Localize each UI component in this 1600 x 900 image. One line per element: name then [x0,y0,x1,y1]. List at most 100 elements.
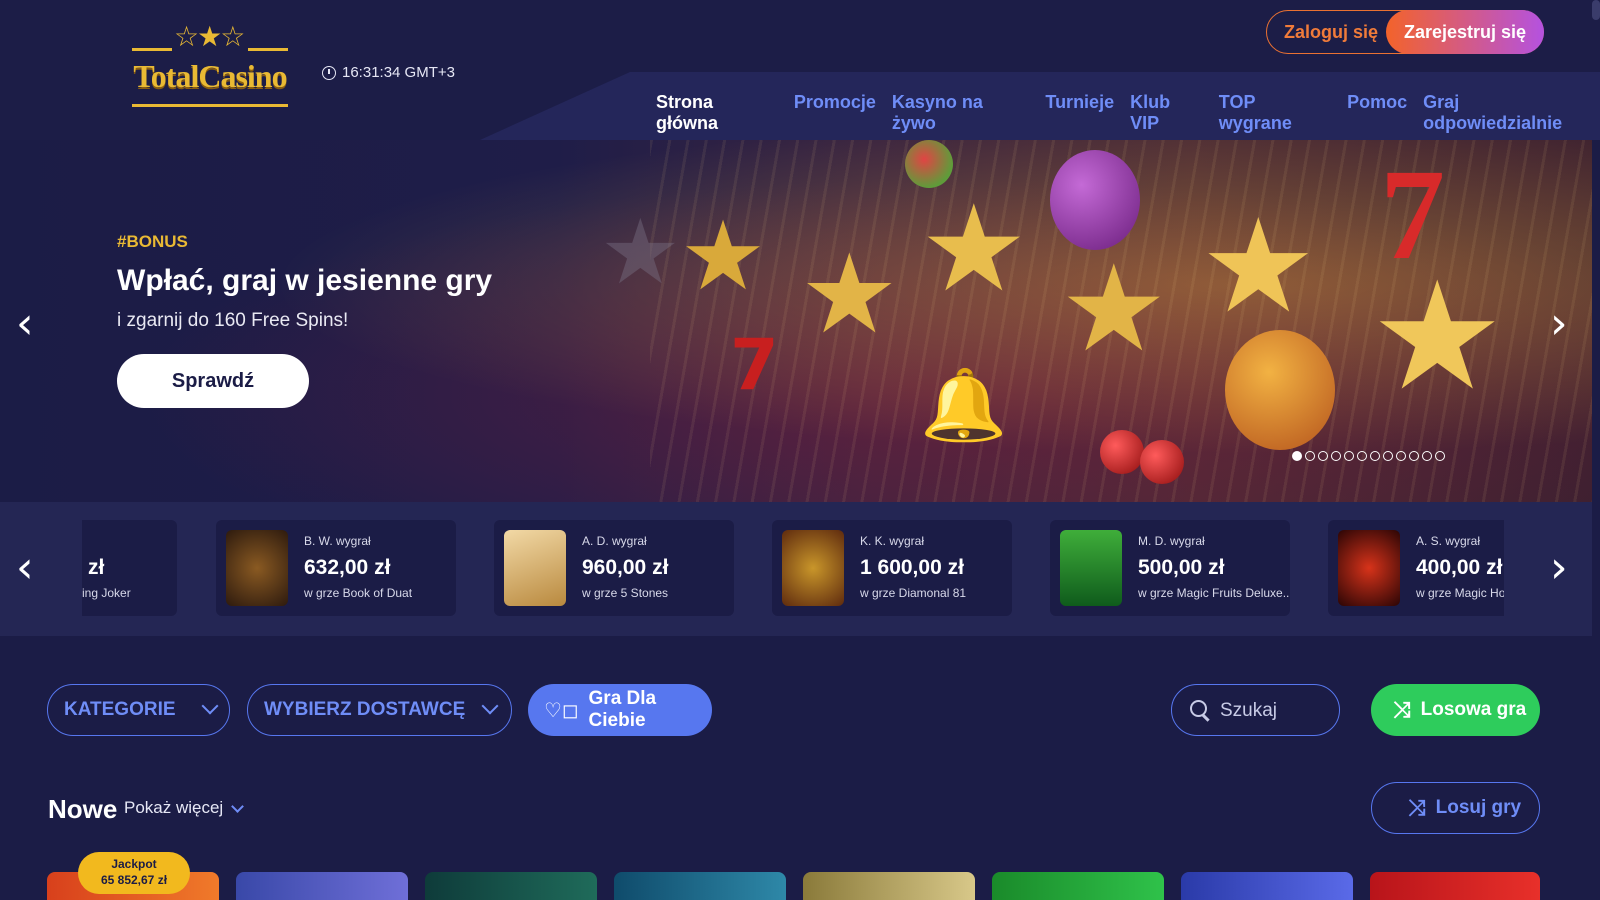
winner-name: A. D. wygrał [582,534,647,548]
winner-game: ing Joker [82,586,131,600]
hero-pagination-dot[interactable] [1357,451,1367,461]
header: ☆★☆ TotalCasino 16:31:34 GMT+3 Zaloguj s… [0,0,1600,146]
register-button[interactable]: Zarejestruj się [1386,9,1544,54]
winners-next-arrow-icon[interactable]: › [1550,546,1568,590]
winner-game: w grze Magic Fruits Deluxe... [1138,586,1290,600]
logo[interactable]: ☆★☆ TotalCasino [132,20,288,108]
star-icon: ★ [800,230,899,358]
bell-icon: 🔔 [920,364,1008,446]
provider-dropdown[interactable]: WYBIERZ DOSTAWCĘ [247,684,512,736]
logo-wordmark: TotalCasino [133,58,287,94]
winner-card[interactable]: B. W. wygrał 632,00 zł w grze Book of Du… [216,520,456,616]
nav-item-home[interactable]: Strona główna [648,92,786,146]
hero-pagination-dot[interactable] [1409,451,1419,461]
hero-pagination-dot[interactable] [1370,451,1380,461]
hero-next-arrow-icon[interactable]: › [1550,302,1568,346]
draw-games-label: Losuj gry [1435,797,1522,818]
game-thumbnail-5-stones [504,530,566,606]
hero-cta-button[interactable]: Sprawdź [117,354,309,408]
provider-dropdown-label: WYBIERZ DOSTAWCĘ [264,699,466,720]
seven-icon: 7 [1380,143,1445,287]
nav-item-promotions[interactable]: Promocje [794,92,876,144]
winners-prev-arrow-icon[interactable]: ‹ [16,546,34,590]
winner-amount: zł [88,556,105,579]
hero-pagination-dot[interactable] [1305,451,1315,461]
winner-card[interactable]: zł ing Joker [82,520,177,616]
show-more-link[interactable]: Pokaż więcej [124,798,245,818]
hero-pagination-dot[interactable] [1422,451,1432,461]
hero-pagination-dot[interactable] [1318,451,1328,461]
hero-pagination-dot[interactable] [1331,451,1341,461]
winner-name: M. D. wygrał [1138,534,1205,548]
winner-card[interactable]: K. K. wygrał 1 600,00 zł w grze Diamonal… [772,520,1012,616]
category-dropdown[interactable]: KATEGORIE [47,684,230,736]
search-input[interactable] [1218,697,1332,725]
clock: 16:31:34 GMT+3 [322,64,455,81]
seven-small-icon: 7 [730,324,779,406]
winner-amount: 500,00 zł [1138,556,1225,579]
game-tile[interactable] [1181,872,1353,900]
game-tile[interactable] [425,872,597,900]
hero-title: Wpłać, graj w jesienne gry [117,264,493,297]
login-button[interactable]: Zaloguj się [1267,11,1395,53]
winner-game: w grze 5 Stones [582,586,669,600]
game-for-you-button[interactable]: ♡◻ Gra Dla Ciebie [528,684,712,736]
game-for-you-label: Gra Dla Ciebie [588,688,657,731]
hero-pagination-dot[interactable] [1292,451,1302,461]
nav-item-top-wins[interactable]: TOP wygrane [1219,92,1331,144]
cherry-icon [1100,430,1144,474]
random-game-button[interactable]: ⤨ Losowa gra [1371,684,1540,736]
winner-game: w grze Magic Hot [1416,586,1504,600]
winner-card[interactable]: M. D. wygrał 500,00 zł w grze Magic Frui… [1050,520,1290,616]
logo-rule-left [132,48,172,51]
jackpot-label: Jackpot [111,857,157,871]
winner-card[interactable]: A. D. wygrał 960,00 zł w grze 5 Stones [494,520,734,616]
game-thumbnail-magic-hot [1338,530,1400,606]
game-tile[interactable] [236,872,408,900]
winner-name: B. W. wygrał [304,534,371,548]
nav-item-responsible-gaming[interactable]: Graj odpowiedzialnie [1423,92,1600,144]
plum-icon [1050,150,1140,250]
watermelon-icon [905,140,953,188]
chevron-down-icon [201,697,219,715]
logo-stars-icon: ☆★☆ [174,20,245,53]
logo-underline [132,104,288,107]
cherry-icon [1140,440,1184,484]
shapes-icon: ♡◻ [544,698,579,722]
jackpot-badge: Jackpot 65 852,67 zł [78,852,190,894]
page-scrollbar[interactable] [1592,0,1600,20]
hero-prev-arrow-icon[interactable]: ‹ [16,302,34,346]
nav-item-tournaments[interactable]: Turnieje [1045,92,1114,144]
nav-item-vip-club[interactable]: Klub VIP [1130,92,1203,144]
game-tile[interactable] [614,872,786,900]
clock-time: 16:31:34 GMT+3 [342,64,455,81]
game-thumbnail-diamonal-81 [782,530,844,606]
hero-banner: ★ ★ ★ ★ ★ ★ ★ 7 7 🔔 #BONUS Wpłać, graj w… [0,140,1592,502]
game-tile[interactable] [803,872,975,900]
shuffle-icon: ⤨ [1408,795,1426,821]
hero-subtitle: i zgarnij do 160 Free Spins! [117,310,349,331]
game-tile[interactable] [992,872,1164,900]
hero-tag: #BONUS [117,232,188,251]
chevron-down-icon [481,697,499,715]
winner-amount: 632,00 zł [304,556,391,579]
orange-icon [1225,330,1335,450]
recent-winners-strip: zł ing Joker B. W. wygrał 632,00 zł w gr… [0,502,1592,636]
star-icon: ★ [600,200,681,305]
random-game-label: Losowa gra [1420,699,1527,720]
game-tile[interactable] [1370,872,1540,900]
draw-games-button[interactable]: ⤨ Losuj gry [1371,782,1540,834]
game-thumbnail-book-of-duat [226,530,288,606]
hero-pagination-dot[interactable] [1396,451,1406,461]
hero-pagination-dot[interactable] [1383,451,1393,461]
winner-card[interactable]: A. S. wygrał 400,00 zł w grze Magic Hot [1328,520,1504,616]
auth-buttons: Zaloguj się Zarejestruj się [1266,9,1544,54]
hero-pagination-dot[interactable] [1435,451,1445,461]
winner-game: w grze Diamonal 81 [860,586,967,600]
nav-item-help[interactable]: Pomoc [1347,92,1407,144]
logo-rule-right [248,48,288,51]
search-icon [1190,700,1207,717]
nav-item-live-casino[interactable]: Kasyno na żywo [892,92,1030,144]
star-icon: ★ [920,180,1028,319]
hero-pagination-dot[interactable] [1344,451,1354,461]
